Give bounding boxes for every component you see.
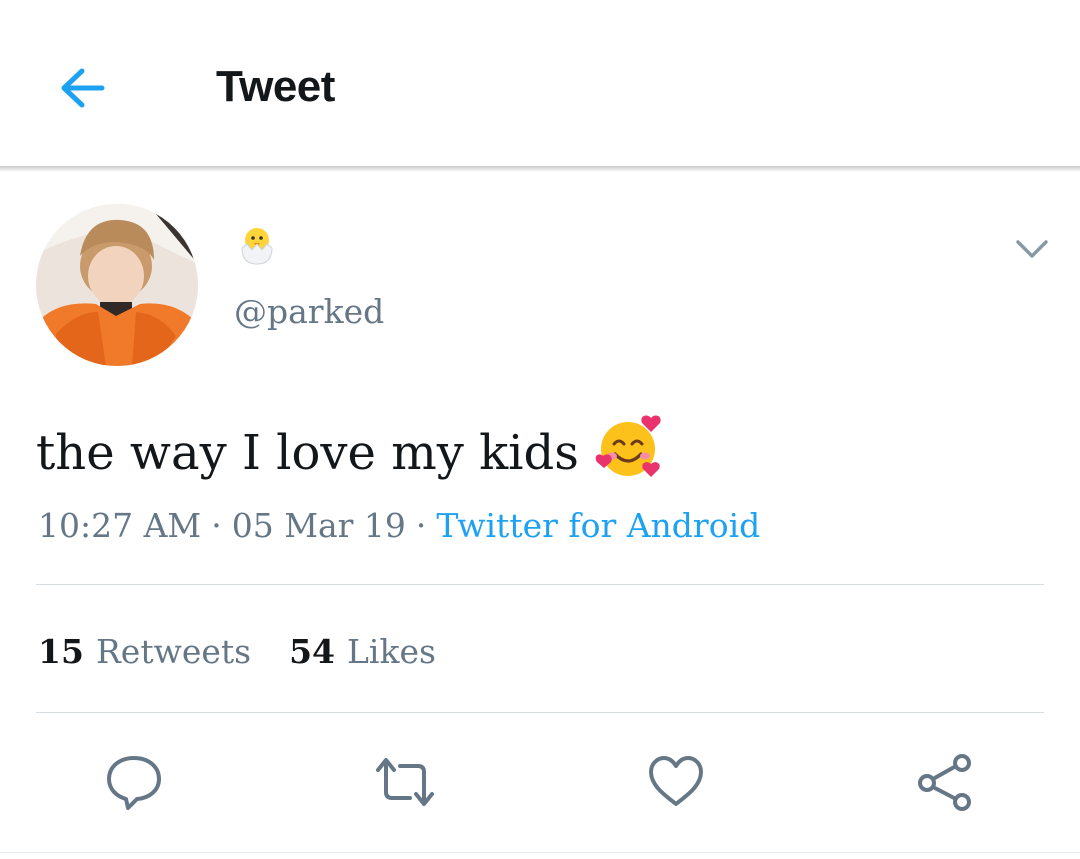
likes-label: Likes bbox=[347, 632, 436, 671]
likes-count: 54 bbox=[289, 632, 336, 671]
tweet-stats: 15 Retweets 54 Likes bbox=[38, 632, 436, 671]
bottom-divider bbox=[0, 852, 1080, 853]
share-icon[interactable] bbox=[914, 752, 974, 812]
reply-icon[interactable] bbox=[104, 752, 164, 812]
tweet-date: 05 Mar 19 bbox=[231, 506, 406, 545]
retweet-icon[interactable] bbox=[372, 752, 434, 812]
page-title: Tweet bbox=[216, 62, 335, 111]
retweets-label: Retweets bbox=[95, 632, 252, 671]
hatching-chick-emoji bbox=[232, 220, 282, 270]
user-handle[interactable]: @parked bbox=[234, 292, 384, 331]
tweet-time: 10:27 AM bbox=[38, 506, 202, 545]
separator: · bbox=[415, 506, 427, 545]
top-app-bar: Tweet bbox=[0, 0, 1080, 168]
tweet-body: the way I love my kids bbox=[36, 415, 665, 488]
likes-count-link[interactable]: 54 Likes bbox=[289, 632, 436, 671]
smiling-face-with-hearts-emoji bbox=[595, 412, 665, 482]
separator: · bbox=[211, 506, 222, 545]
retweets-count: 15 bbox=[38, 632, 84, 671]
tweet-source-link[interactable]: Twitter for Android bbox=[436, 506, 760, 545]
header-shadow bbox=[0, 166, 1080, 172]
tweet-meta: 10:27 AM · 05 Mar 19 · Twitter for Andro… bbox=[38, 506, 760, 545]
divider bbox=[36, 584, 1044, 585]
chevron-down-icon[interactable] bbox=[1010, 232, 1054, 268]
arrow-left-icon[interactable] bbox=[52, 56, 116, 120]
retweets-count-link[interactable]: 15 Retweets bbox=[38, 632, 251, 671]
divider bbox=[36, 712, 1044, 713]
avatar[interactable] bbox=[36, 204, 198, 366]
like-icon[interactable] bbox=[646, 752, 706, 812]
tweet-text: the way I love my kids bbox=[36, 425, 579, 481]
